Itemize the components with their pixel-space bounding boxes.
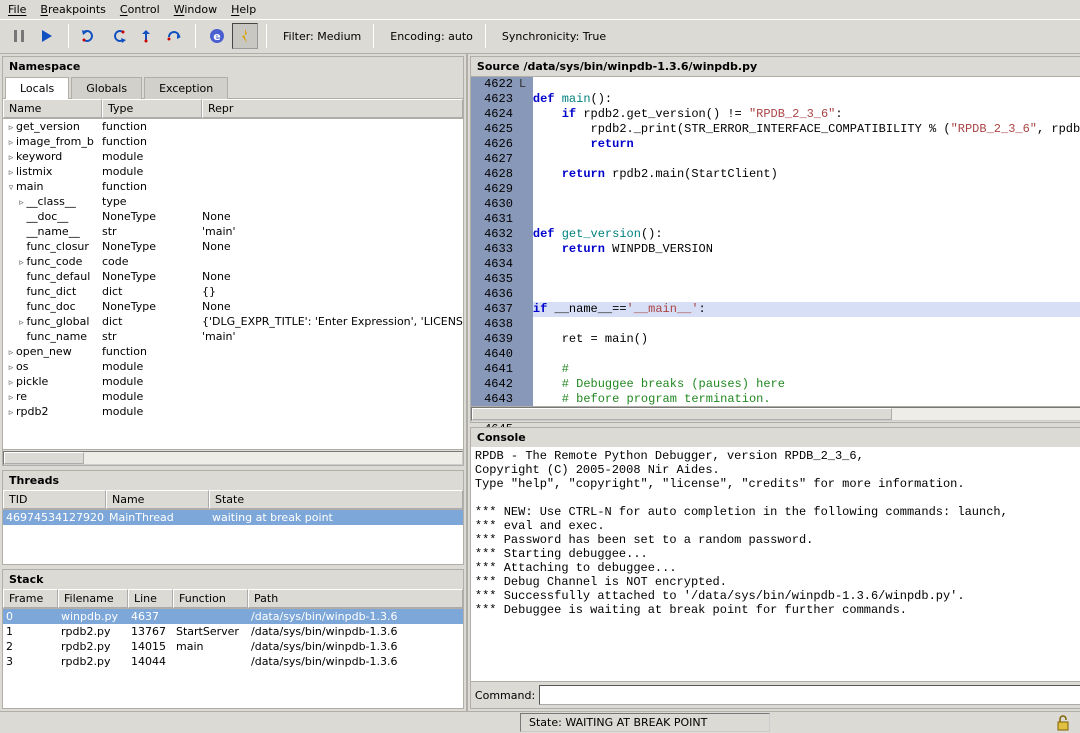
tab-globals[interactable]: Globals <box>71 77 142 99</box>
namespace-row[interactable]: ▹func_globaldict{'DLG_EXPR_TITLE': 'Ente… <box>3 314 463 329</box>
tab-locals[interactable]: Locals <box>5 77 69 99</box>
namespace-row[interactable]: func_namestr'main' <box>3 329 463 344</box>
namespace-hscroll[interactable] <box>3 449 463 465</box>
run-button[interactable] <box>34 23 60 49</box>
namespace-row[interactable]: func_defaulNoneTypeNone <box>3 269 463 284</box>
console-title: Console <box>471 428 1080 447</box>
step-return-button[interactable] <box>161 23 187 49</box>
namespace-row[interactable]: __name__str'main' <box>3 224 463 239</box>
menu-breakpoints[interactable]: Breakpoints <box>40 3 106 16</box>
stack-header: Frame Filename Line Function Path <box>3 589 463 609</box>
namespace-title: Namespace <box>3 57 463 76</box>
menu-window[interactable]: Window <box>174 3 217 16</box>
col-tid[interactable]: TID <box>3 490 106 509</box>
pause-button[interactable] <box>6 23 32 49</box>
lock-icon[interactable] <box>1054 715 1072 731</box>
source-hscroll[interactable] <box>471 406 1080 422</box>
step-next-button[interactable] <box>77 23 103 49</box>
col-tname[interactable]: Name <box>106 490 209 509</box>
col-type[interactable]: Type <box>102 99 202 118</box>
stack-row[interactable]: 2rpdb2.py14015main/data/sys/bin/winpdb-1… <box>3 639 463 654</box>
namespace-row[interactable]: func_closurNoneTypeNone <box>3 239 463 254</box>
separator <box>68 24 69 48</box>
tab-exception[interactable]: Exception <box>144 77 228 99</box>
stack-row[interactable]: 1rpdb2.py13767StartServer/data/sys/bin/w… <box>3 624 463 639</box>
col-line[interactable]: Line <box>128 589 173 608</box>
thread-row[interactable]: 46974534127920MainThreadwaiting at break… <box>3 510 463 525</box>
threads-title: Threads <box>3 471 463 490</box>
namespace-row[interactable]: ▹open_newfunction <box>3 344 463 359</box>
command-input[interactable] <box>539 685 1080 705</box>
namespace-row[interactable]: ▹get_versionfunction <box>3 119 463 134</box>
namespace-header: Name Type Repr <box>3 99 463 119</box>
stack-title: Stack <box>3 570 463 589</box>
namespace-row[interactable]: func_dictdict{} <box>3 284 463 299</box>
state-field: State: WAITING AT BREAK POINT <box>520 713 770 732</box>
namespace-row[interactable]: func_docNoneTypeNone <box>3 299 463 314</box>
toolbar: e Filter: Medium Encoding: auto Synchron… <box>0 19 1080 54</box>
console-output[interactable]: RPDB - The Remote Python Debugger, versi… <box>471 447 1080 681</box>
separator <box>485 24 486 48</box>
separator <box>195 24 196 48</box>
namespace-panel: Namespace Locals Globals Exception Name … <box>2 56 464 466</box>
console-panel: Console RPDB - The Remote Python Debugge… <box>470 427 1080 709</box>
namespace-row[interactable]: ▹osmodule <box>3 359 463 374</box>
col-tstate[interactable]: State <box>209 490 463 509</box>
namespace-row[interactable]: ▹__class__type <box>3 194 463 209</box>
threads-table[interactable]: 46974534127920MainThreadwaiting at break… <box>3 510 463 564</box>
namespace-row[interactable]: ▹listmixmodule <box>3 164 463 179</box>
col-repr[interactable]: Repr <box>202 99 463 118</box>
stack-row[interactable]: 3rpdb2.py14044/data/sys/bin/winpdb-1.3.6 <box>3 654 463 669</box>
stack-row[interactable]: 0winpdb.py4637/data/sys/bin/winpdb-1.3.6 <box>3 609 463 624</box>
namespace-row[interactable]: ▹image_from_bfunction <box>3 134 463 149</box>
source-code[interactable]: def main(): if rpdb2.get_version() != "R… <box>533 77 1080 406</box>
source-title: Source /data/sys/bin/winpdb-1.3.6/winpdb… <box>471 57 1080 76</box>
namespace-table[interactable]: ▹get_versionfunction▹image_from_bfunctio… <box>3 119 463 449</box>
namespace-row[interactable]: ▿mainfunction <box>3 179 463 194</box>
sync-label[interactable]: Synchronicity: True <box>502 30 610 43</box>
namespace-row[interactable]: ▹func_codecode <box>3 254 463 269</box>
source-view[interactable]: 4622 4623 4624 4625 4626 4627 4628 4629 … <box>471 76 1080 406</box>
command-label: Command: <box>475 689 535 702</box>
threads-header: TID Name State <box>3 490 463 510</box>
source-gutter: 4622 4623 4624 4625 4626 4627 4628 4629 … <box>471 77 519 406</box>
stack-table[interactable]: 0winpdb.py4637/data/sys/bin/winpdb-1.3.6… <box>3 609 463 708</box>
separator <box>373 24 374 48</box>
source-marker: L <box>519 77 533 406</box>
namespace-row[interactable]: ▹picklemodule <box>3 374 463 389</box>
svg-text:e: e <box>213 30 220 43</box>
namespace-row[interactable]: __doc__NoneTypeNone <box>3 209 463 224</box>
source-panel: Source /data/sys/bin/winpdb-1.3.6/winpdb… <box>470 56 1080 423</box>
filter-label[interactable]: Filter: Medium <box>283 30 365 43</box>
analyze-button[interactable] <box>232 23 258 49</box>
exception-button[interactable]: e <box>204 23 230 49</box>
col-file[interactable]: Filename <box>58 589 128 608</box>
menu-control[interactable]: Control <box>120 3 160 16</box>
namespace-row[interactable]: ▹remodule <box>3 389 463 404</box>
namespace-tabs: Locals Globals Exception <box>3 76 463 99</box>
encoding-label[interactable]: Encoding: auto <box>390 30 477 43</box>
command-row: Command: <box>471 681 1080 708</box>
namespace-row[interactable]: ▹keywordmodule <box>3 149 463 164</box>
menu-file[interactable]: File <box>8 3 26 16</box>
step-into-button[interactable] <box>105 23 131 49</box>
col-frame[interactable]: Frame <box>3 589 58 608</box>
col-name[interactable]: Name <box>3 99 102 118</box>
col-func[interactable]: Function <box>173 589 248 608</box>
separator <box>266 24 267 48</box>
col-path[interactable]: Path <box>248 589 463 608</box>
step-out-button[interactable] <box>133 23 159 49</box>
threads-panel: Threads TID Name State 46974534127920Mai… <box>2 470 464 565</box>
namespace-row[interactable]: ▹rpdb2module <box>3 404 463 419</box>
stack-panel: Stack Frame Filename Line Function Path … <box>2 569 464 709</box>
menu-help[interactable]: Help <box>231 3 256 16</box>
menubar: File Breakpoints Control Window Help <box>0 0 1080 19</box>
statusbar: State: WAITING AT BREAK POINT <box>0 711 1080 733</box>
